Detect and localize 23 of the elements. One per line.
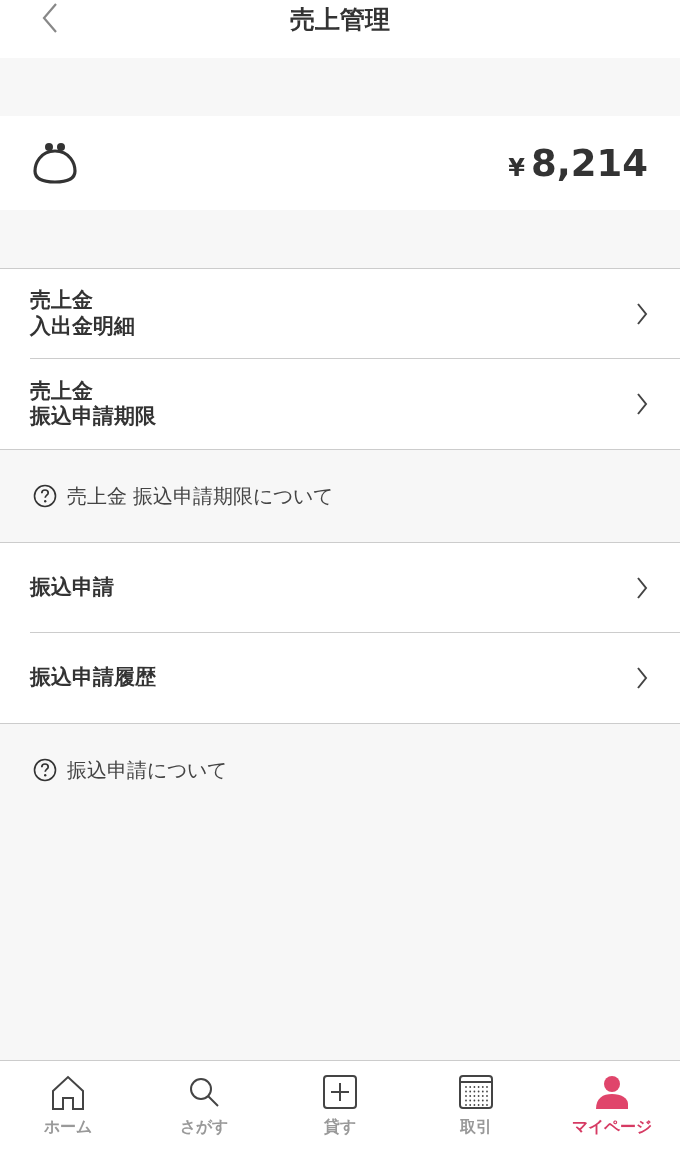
chevron-right-icon (636, 392, 648, 416)
help-link[interactable]: 売上金 振込申請期限について (67, 482, 334, 510)
menu-item[interactable]: 振込申請履歴 (30, 633, 680, 723)
chevron-right-icon (636, 575, 648, 600)
chevron-right-icon (636, 666, 648, 690)
coin-purse-icon (32, 142, 78, 184)
back-button[interactable] (42, 2, 58, 34)
help-link[interactable]: 振込申請について (67, 756, 227, 784)
plus-square-icon (322, 1074, 358, 1111)
back-icon (42, 2, 58, 34)
help-icon (33, 484, 57, 508)
menu-item[interactable]: 売上金 入出金明細 (30, 269, 680, 359)
home-icon (50, 1074, 86, 1111)
menu-item[interactable]: 振込申請 (30, 543, 680, 633)
chevron-right-icon (636, 301, 648, 326)
person-icon (594, 1074, 630, 1111)
calendar-icon (458, 1074, 494, 1111)
tab-item[interactable]: マイページ (544, 1061, 680, 1151)
currency-symbol: ¥ (508, 153, 525, 182)
help-icon (33, 758, 57, 782)
menu-item[interactable]: 売上金 振込申請期限 (30, 359, 680, 449)
balance-amount: 8,214 (530, 141, 648, 185)
page-title: 売上管理 (290, 3, 390, 36)
